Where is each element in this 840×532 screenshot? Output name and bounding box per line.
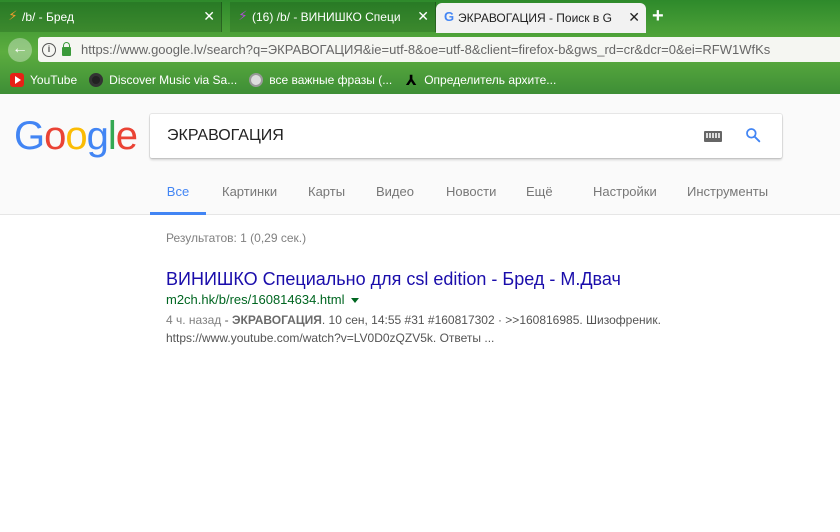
bookmark-phrases[interactable]: все важные фразы (... bbox=[249, 72, 393, 87]
navigation-bar: ← i https://www.google.lv/search?q=ЭКРАВ… bbox=[0, 33, 840, 65]
bookmark-label: YouTube bbox=[30, 72, 78, 87]
arrow-left-icon: ← bbox=[12, 40, 28, 57]
tab-settings[interactable]: Настройки bbox=[593, 172, 657, 215]
flash-icon: ⚡ bbox=[238, 8, 248, 23]
tab-images[interactable]: Картинки bbox=[222, 172, 277, 215]
tab-title: /b/ - Бред bbox=[22, 10, 74, 24]
bookmark-label: Определитель архите... bbox=[424, 72, 557, 87]
keyboard-icon[interactable] bbox=[704, 131, 722, 142]
result-url: m2ch.hk/b/res/160814634.html bbox=[166, 291, 766, 309]
back-button[interactable]: ← bbox=[8, 38, 32, 62]
result-url-text: m2ch.hk/b/res/160814634.html bbox=[166, 292, 345, 307]
logo-letter: l bbox=[107, 114, 117, 158]
tab-tools[interactable]: Инструменты bbox=[687, 172, 768, 215]
chevron-down-icon[interactable] bbox=[350, 298, 359, 304]
bookmarks-bar: YouTube Discover Music via Sa... все важ… bbox=[0, 65, 840, 94]
result-snippet: 4 ч. назад - ЭКРАВОГАЦИЯ. 10 сен, 14:55 … bbox=[166, 311, 766, 347]
snippet-line2: https://www.youtube.com/watch?v=LV0D0zQZ… bbox=[166, 331, 495, 345]
logo-letter: o bbox=[44, 114, 66, 158]
search-input[interactable]: ЭКРАВОГАЦИЯ bbox=[167, 127, 284, 145]
browser-chrome: ⚡ /b/ - Бред ✕ ⚡ (16) /b/ - ВИНИШКО Спец… bbox=[0, 0, 840, 94]
url-text[interactable]: https://www.google.lv/search?q=ЭКРАВОГАЦ… bbox=[81, 42, 770, 57]
result-stats: Результатов: 1 (0,29 сек.) bbox=[166, 231, 307, 245]
tab-bar: ⚡ /b/ - Бред ✕ ⚡ (16) /b/ - ВИНИШКО Спец… bbox=[0, 0, 840, 33]
search-header: Google ЭКРАВОГАЦИЯ Все Картинки Карты Ви… bbox=[0, 94, 840, 215]
bookmark-youtube[interactable]: YouTube bbox=[10, 72, 78, 87]
snippet-separator: - bbox=[221, 313, 232, 327]
google-logo[interactable]: Google bbox=[14, 114, 138, 158]
google-icon: G bbox=[443, 9, 455, 24]
close-icon[interactable]: ✕ bbox=[628, 9, 640, 25]
info-icon[interactable]: i bbox=[42, 42, 56, 57]
search-result: ВИНИШКО Специально для csl edition - Бре… bbox=[166, 267, 766, 347]
search-box[interactable]: ЭКРАВОГАЦИЯ bbox=[150, 114, 782, 158]
new-tab-button[interactable]: + bbox=[652, 5, 664, 27]
close-icon[interactable]: ✕ bbox=[203, 8, 215, 24]
lock-icon bbox=[62, 42, 71, 56]
tab-all[interactable]: Все bbox=[150, 172, 206, 215]
result-title-link[interactable]: ВИНИШКО Специально для csl edition - Бре… bbox=[166, 267, 766, 291]
architect-icon: ⅄ bbox=[405, 71, 417, 88]
globe-icon bbox=[249, 72, 264, 87]
logo-letter: g bbox=[86, 114, 109, 158]
bookmark-discover-music[interactable]: Discover Music via Sa... bbox=[89, 72, 238, 87]
snippet-highlight: ЭКРАВОГАЦИЯ bbox=[231, 313, 322, 327]
result-date: 4 ч. назад bbox=[166, 313, 222, 327]
youtube-icon bbox=[10, 72, 24, 87]
bookmark-label: все важные фразы (... bbox=[269, 72, 393, 87]
tab-vinishko[interactable]: ⚡ (16) /b/ - ВИНИШКО Специ ✕ bbox=[230, 2, 436, 32]
bookmark-label: Discover Music via Sa... bbox=[109, 72, 238, 87]
snippet-text: . 10 сен, 14:55 #31 #160817302 · >>16081… bbox=[321, 313, 661, 327]
close-icon[interactable]: ✕ bbox=[417, 8, 429, 24]
logo-letter: o bbox=[65, 114, 87, 158]
logo-letter: G bbox=[14, 114, 45, 158]
tab-more[interactable]: Ещё bbox=[526, 172, 553, 215]
bookmark-architect[interactable]: ⅄ Определитель архите... bbox=[404, 73, 556, 87]
tab-news[interactable]: Новости bbox=[446, 172, 496, 215]
tab-title: ЭКРАВОГАЦИЯ - Поиск в G bbox=[458, 11, 612, 25]
google-results-page: Google ЭКРАВОГАЦИЯ Все Картинки Карты Ви… bbox=[0, 94, 840, 532]
logo-letter: e bbox=[115, 114, 138, 158]
tab-google-search[interactable]: G ЭКРАВОГАЦИЯ - Поиск в G ✕ bbox=[436, 3, 646, 33]
tab-maps[interactable]: Карты bbox=[308, 172, 345, 215]
disc-icon bbox=[89, 72, 104, 87]
tab-video[interactable]: Видео bbox=[376, 172, 414, 215]
search-icon[interactable] bbox=[745, 127, 761, 143]
address-bar[interactable]: i https://www.google.lv/search?q=ЭКРАВОГ… bbox=[38, 37, 840, 62]
flash-icon: ⚡ bbox=[8, 8, 18, 23]
tab-title: (16) /b/ - ВИНИШКО Специ bbox=[252, 10, 401, 24]
tab-bred[interactable]: ⚡ /b/ - Бред ✕ bbox=[0, 2, 222, 32]
